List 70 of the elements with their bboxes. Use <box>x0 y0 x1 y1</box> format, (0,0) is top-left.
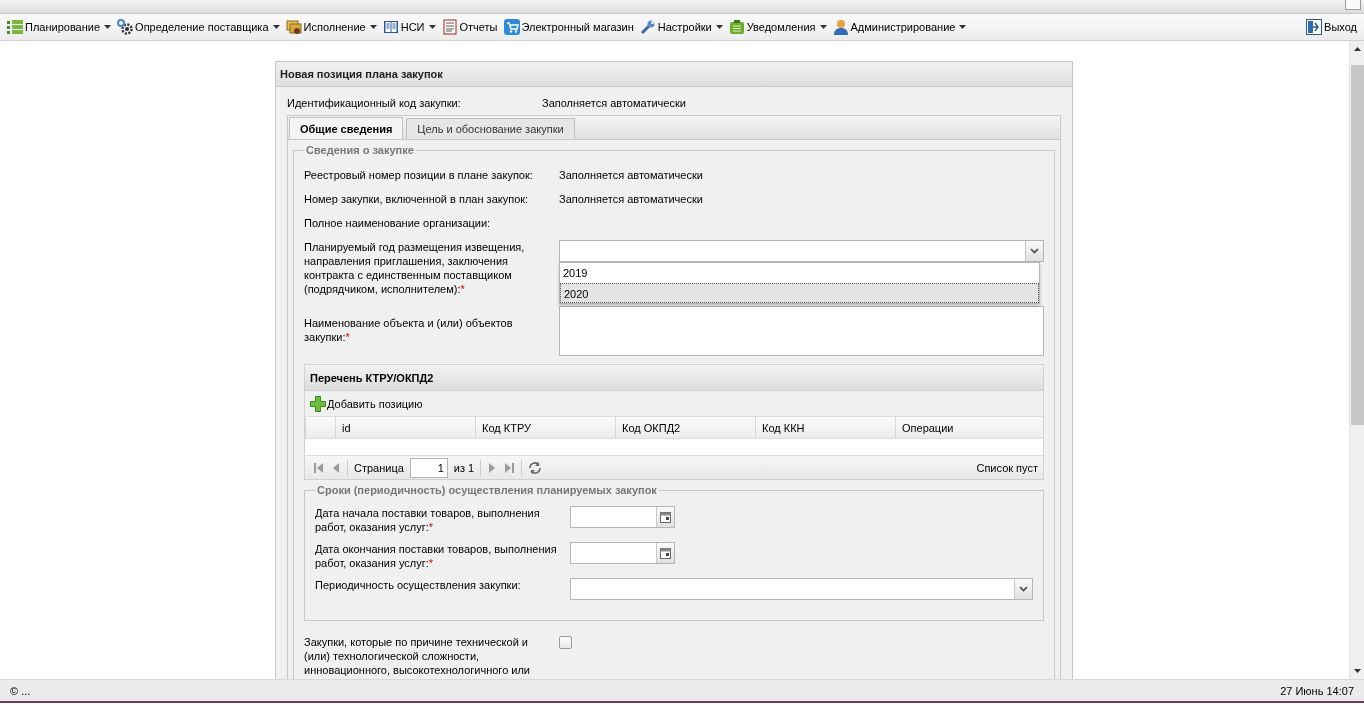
field-label: Дата окончания поставки товаров, выполнения работ, оказания услуг:* <box>315 542 558 570</box>
calendar-icon <box>660 547 671 559</box>
menu-item[interactable]: Электронный магазин <box>500 16 637 38</box>
page-count: из 1 <box>453 461 475 474</box>
section-title: Сведения о закупке <box>305 144 415 156</box>
notepad-icon <box>728 19 745 35</box>
field-value: Заполняется автоматически <box>542 97 686 109</box>
page-field[interactable]: 1 <box>409 457 448 478</box>
cart-icon <box>503 19 520 35</box>
field-label: Реестровый номер позиции в плане закупок: <box>304 168 534 182</box>
document-icon <box>441 19 458 35</box>
field-value: Заполняется автоматически <box>559 192 703 206</box>
date-time: 27 Июнь 14:07 <box>1280 684 1354 697</box>
exit-icon <box>1306 19 1323 35</box>
gears-icon <box>117 19 134 35</box>
pager-label: Страница <box>354 461 404 474</box>
scrollbar[interactable] <box>1349 41 1364 679</box>
chevron-down-icon <box>1019 586 1028 592</box>
add-button[interactable]: Добавить позицию <box>308 395 425 412</box>
dropdown-field[interactable] <box>570 578 1033 600</box>
field-value: Заполняется автоматически <box>559 168 703 182</box>
field-label: Периодичность осуществления закупки: <box>315 578 522 592</box>
menu-item[interactable]: Определение поставщика <box>114 16 283 38</box>
menu-item[interactable]: Уведомления <box>725 16 830 38</box>
collapse-button[interactable] <box>1345 0 1361 10</box>
dropdown-option[interactable]: 2019 <box>560 263 1039 283</box>
field-label: Закупки, которые по причине технической и (или) технологической сложности, инновационного, высокотехнологичного или <box>304 635 531 677</box>
tab[interactable]: Общие сведения <box>289 117 404 139</box>
dropdown-option[interactable]: 2020 <box>560 283 1039 303</box>
status-text: © ... <box>10 684 31 697</box>
checkbox[interactable] <box>559 636 572 649</box>
field-label: Идентификационный код закупки: <box>287 97 462 109</box>
column-header[interactable]: Код ККН <box>755 417 895 438</box>
logout-button[interactable]: Выход <box>1303 16 1360 38</box>
menu-item[interactable]: Настройки <box>636 16 726 38</box>
scroll-down-icon <box>1353 669 1361 673</box>
field-label: Дата начала поставки товаров, выполнения работ, оказания услуг:* <box>315 506 541 534</box>
field-label: Наименование объекта и (или) объектов закупки:* <box>304 316 514 344</box>
date-field[interactable] <box>570 506 675 528</box>
column-header[interactable]: Код ОКПД2 <box>615 417 755 438</box>
empty-message: Список пуст <box>976 461 1038 474</box>
menu-item[interactable]: Исполнение <box>282 16 380 38</box>
user-icon <box>832 19 849 35</box>
plus-icon <box>310 395 326 412</box>
menu-item[interactable]: Отчеты <box>438 16 501 38</box>
column-header[interactable]: Код КТРУ <box>475 417 615 438</box>
previous-page-icon <box>331 461 341 474</box>
field-label: Планируемый год размещения извещения, направления приглашения, заключения контракта с единственным поставщиком (подрядчиком, исполнителем):* <box>304 240 526 296</box>
date-field[interactable] <box>570 542 675 564</box>
scroll-thumb[interactable] <box>1350 65 1364 425</box>
column-header[interactable]: Операции <box>895 417 1035 438</box>
calendar-icon <box>660 511 671 523</box>
list-icon <box>7 19 23 35</box>
text-area[interactable] <box>559 306 1044 356</box>
folders-icon <box>285 19 302 35</box>
section-title: Сроки (периодичность) осуществления планируемых закупок <box>316 484 658 496</box>
field-label: Полное наименование организации: <box>304 216 492 230</box>
scroll-up-icon <box>1353 47 1361 51</box>
last-page-icon <box>503 461 516 474</box>
menu-item[interactable]: НСИ <box>379 16 439 38</box>
menu-item[interactable]: Планирование <box>4 16 115 38</box>
book-icon <box>382 19 399 35</box>
column-header[interactable]: id <box>335 417 475 438</box>
field-label: Номер закупки, включенной в план закупок: <box>304 192 530 206</box>
chevron-down-icon <box>1030 248 1039 254</box>
menu-item[interactable]: Администрирование <box>829 16 970 38</box>
first-page-icon <box>313 461 325 474</box>
refresh-icon <box>528 460 543 475</box>
wrench-icon <box>639 19 656 35</box>
tab[interactable]: Цель и обоснование закупки <box>406 118 575 139</box>
